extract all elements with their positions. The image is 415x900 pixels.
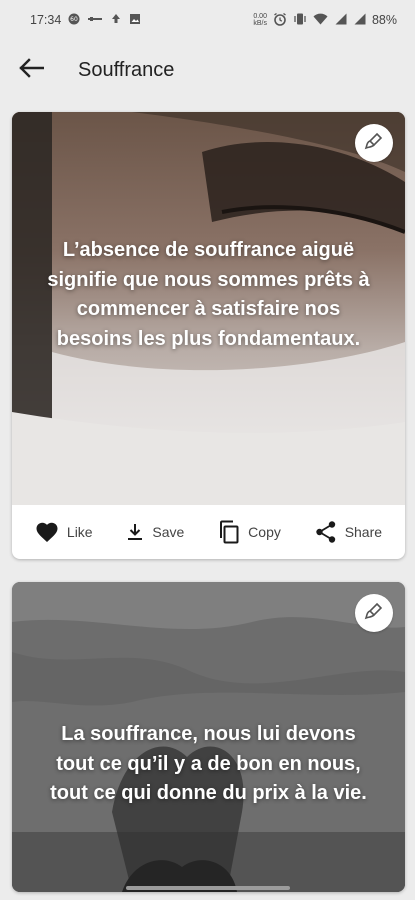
status-right: 0.00 kB/s 88% [253,12,397,29]
heart-icon [35,521,59,543]
share-label: Share [344,524,383,540]
quote-background-image[interactable]: L’absence de souffrance aiguë signifie q… [12,112,405,505]
svg-text:60: 60 [70,16,78,23]
share-button[interactable]: Share [315,520,382,544]
net-speed: 0.00 kB/s [253,13,267,27]
quote-text: La souffrance, nous lui devons tout ce q… [50,723,367,804]
net-speed-unit: kB/s [253,20,267,27]
quote-background-image[interactable]: La souffrance, nous lui devons tout ce q… [12,582,405,892]
net-speed-value: 0.00 [253,13,267,20]
alarm-icon [273,12,287,29]
copy-label: Copy [248,524,281,540]
notification-app-icon: 60 [68,13,80,28]
wifi-icon [313,13,328,28]
action-bar: Like Save Copy Share [12,505,405,559]
battery-level: 88% [371,13,397,27]
edit-button[interactable] [355,124,393,162]
save-button[interactable]: Save [126,522,184,542]
status-left: 17:34 60 [30,13,141,28]
edit-button[interactable] [355,594,393,632]
quote-text: L’absence de souffrance aiguë signifie q… [47,239,370,350]
notification-image-icon [129,13,141,28]
signal-icon-2 [353,13,366,28]
vibrate-icon [293,12,307,29]
quote-card: L’absence de souffrance aiguë signifie q… [12,112,405,559]
brush-icon [364,601,384,626]
arrow-back-icon [18,57,45,83]
like-label: Like [66,524,93,540]
like-button[interactable]: Like [35,521,93,543]
status-bar: 17:34 60 0.00 kB/s 88% [0,0,415,40]
back-button[interactable] [0,40,62,100]
app-bar: Souffrance [0,40,415,100]
page-title: Souffrance [78,58,175,81]
copy-icon [218,520,240,544]
brush-icon [364,131,384,156]
save-label: Save [152,524,185,540]
share-icon [315,520,337,544]
notification-upload-icon [110,13,122,28]
notification-dots-icon [87,13,103,28]
signal-icon-1 [334,13,347,28]
gesture-nav-handle[interactable] [126,886,290,890]
quote-card: La souffrance, nous lui devons tout ce q… [12,582,405,892]
copy-button[interactable]: Copy [218,520,281,544]
status-time: 17:34 [30,13,62,27]
download-icon [126,522,144,542]
